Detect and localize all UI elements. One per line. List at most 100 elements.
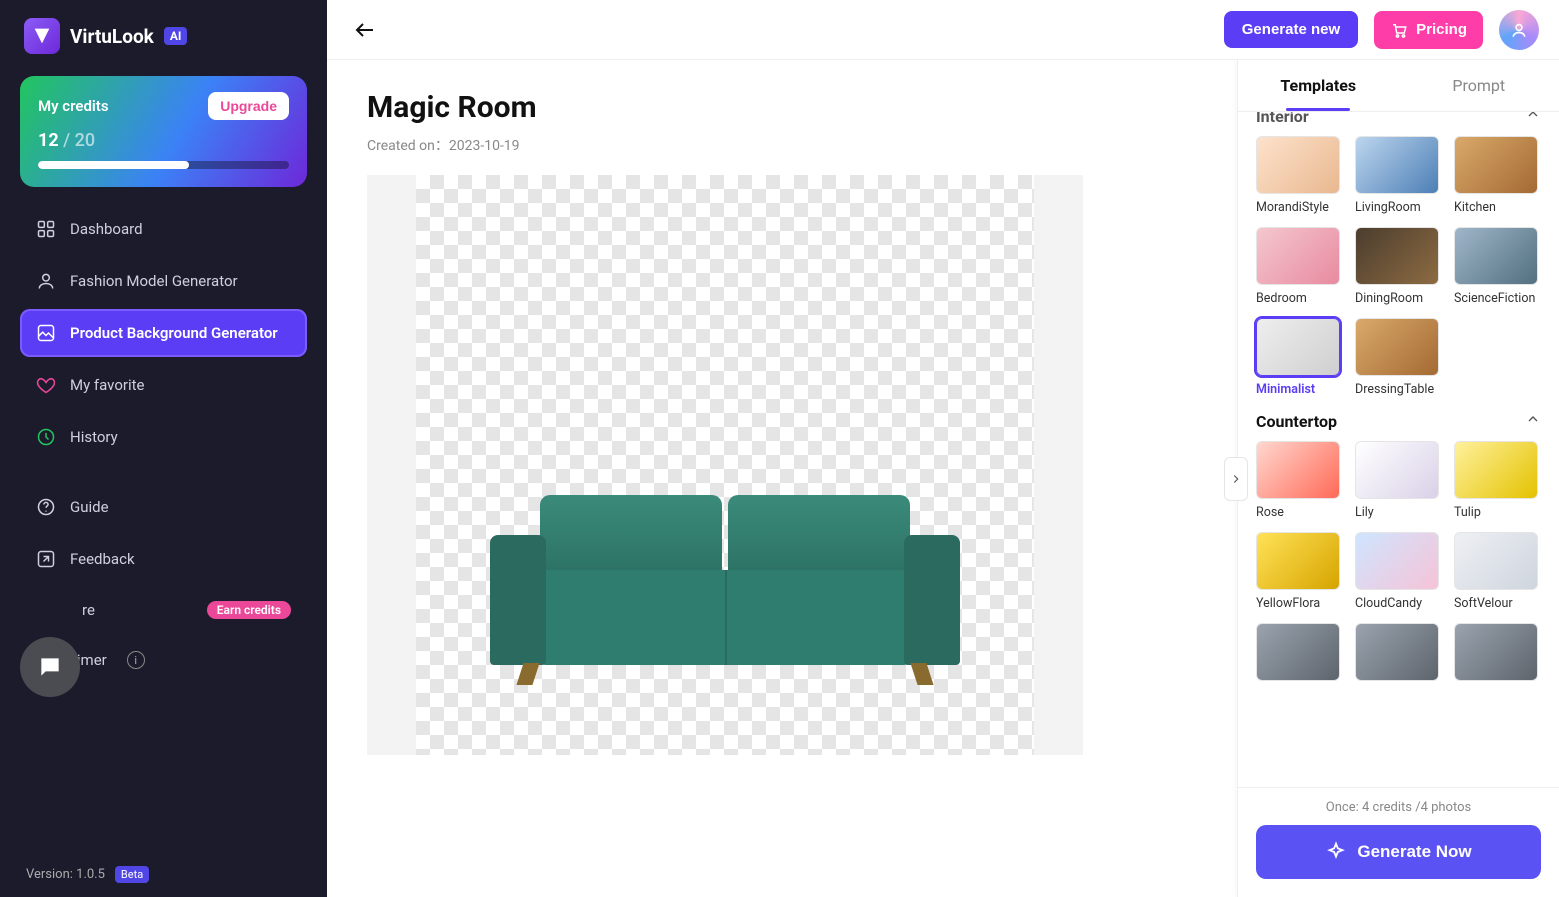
panel-tabs: Templates Prompt [1238, 60, 1559, 112]
grid-extra [1256, 623, 1541, 681]
template-label: ScienceFiction [1454, 291, 1538, 306]
info-icon: i [127, 651, 145, 669]
template-label: YellowFlora [1256, 596, 1340, 611]
collapse-panel-button[interactable] [1224, 457, 1248, 501]
cart-icon [1390, 21, 1408, 39]
section-head-countertop[interactable]: Countertop [1256, 411, 1541, 431]
sidebar-item-favorite[interactable]: My favorite [20, 361, 307, 409]
template-item[interactable] [1454, 623, 1541, 681]
template-label: Tulip [1454, 505, 1538, 520]
sidebar-item-product-bg[interactable]: Product Background Generator [20, 309, 307, 357]
template-item[interactable]: CloudCandy [1355, 532, 1442, 611]
section-title-cut: Interior [1256, 112, 1309, 126]
template-thumb [1256, 136, 1340, 194]
template-item[interactable]: Bedroom [1256, 227, 1343, 306]
sidebar-item-label: Dashboard [70, 220, 143, 238]
templates-scroll[interactable]: Interior MorandiStyleLivingRoomKitchen Be… [1238, 112, 1559, 787]
template-item[interactable]: YellowFlora [1256, 532, 1343, 611]
sidebar-item-share[interactable]: re Earn credits [20, 587, 307, 633]
sidebar-item-guide[interactable]: Guide [20, 483, 307, 531]
cost-line: Once: 4 credits /4 photos [1256, 800, 1541, 815]
template-item[interactable] [1355, 623, 1442, 681]
pricing-button[interactable]: Pricing [1374, 11, 1483, 49]
image-icon [36, 323, 56, 343]
template-thumb [1256, 441, 1340, 499]
template-thumb [1355, 136, 1439, 194]
template-thumb [1256, 623, 1340, 681]
sidebar-item-dashboard[interactable]: Dashboard [20, 205, 307, 253]
arrow-left-icon [353, 18, 377, 42]
template-item[interactable]: Minimalist [1256, 318, 1343, 397]
credits-progress-fill [38, 161, 189, 169]
chat-icon [37, 654, 63, 680]
panel-footer: Once: 4 credits /4 photos Generate Now [1238, 787, 1559, 897]
tab-prompt[interactable]: Prompt [1399, 60, 1559, 111]
template-item[interactable]: LivingRoom [1355, 136, 1442, 215]
template-item[interactable] [1256, 623, 1343, 681]
template-item[interactable]: MorandiStyle [1256, 136, 1343, 215]
credits-count: 12 / 20 [38, 130, 289, 151]
beta-badge: Beta [115, 866, 149, 883]
template-thumb [1355, 441, 1439, 499]
topbar: Generate new Pricing [327, 0, 1559, 60]
grid-countertop: Rose Lily Tulip YellowFlora CloudCandy SoftVe… [1256, 441, 1541, 611]
sidebar-item-label: Guide [70, 498, 109, 516]
template-label: DiningRoom [1355, 291, 1439, 306]
page-title: Magic Room [367, 90, 1197, 125]
sidebar-item-feedback[interactable]: Feedback [20, 535, 307, 583]
credits-title: My credits [38, 97, 109, 115]
grid-interior: MorandiStyleLivingRoomKitchen Bedroom Dini… [1256, 136, 1541, 397]
credits-total: 20 [75, 130, 95, 151]
template-label: SoftVelour [1454, 596, 1538, 611]
template-item[interactable]: Rose [1256, 441, 1343, 520]
template-item[interactable]: Lily [1355, 441, 1442, 520]
generate-now-button[interactable]: Generate Now [1256, 825, 1541, 879]
chevron-right-icon [1229, 472, 1243, 486]
chat-button[interactable] [20, 637, 80, 697]
chevron-up-icon [1525, 112, 1541, 126]
credits-card: My credits Upgrade 12 / 20 [20, 76, 307, 187]
template-item[interactable]: DressingTable [1355, 318, 1442, 397]
template-item[interactable]: DiningRoom [1355, 227, 1442, 306]
template-item[interactable]: Tulip [1454, 441, 1541, 520]
upgrade-button[interactable]: Upgrade [208, 92, 289, 120]
template-label: DressingTable [1355, 382, 1439, 397]
sidebar-item-label: History [70, 428, 118, 446]
tab-templates[interactable]: Templates [1238, 60, 1399, 111]
back-button[interactable] [347, 12, 383, 48]
template-thumb [1256, 532, 1340, 590]
product-image[interactable] [490, 475, 960, 685]
template-label: Minimalist [1256, 382, 1340, 397]
sidebar-item-history[interactable]: History [20, 413, 307, 461]
brand-ai-badge: AI [164, 27, 188, 45]
credits-used: 12 [38, 130, 59, 151]
template-thumb [1454, 136, 1538, 194]
template-thumb [1355, 318, 1439, 376]
sidebar-item-label: Fashion Model Generator [70, 272, 238, 290]
sidebar-nav: Dashboard Fashion Model Generator Produc… [20, 205, 307, 683]
version-label: Version: 1.0.5 [26, 867, 105, 882]
canvas-frame [367, 175, 1083, 755]
question-icon [36, 497, 56, 517]
chevron-up-icon [1525, 411, 1541, 431]
content: Magic Room Created on：2023-10-19 [327, 60, 1559, 897]
sparkle-icon [1325, 841, 1347, 863]
sidebar-item-label: re [82, 601, 95, 619]
template-item[interactable]: Kitchen [1454, 136, 1541, 215]
template-item[interactable]: ScienceFiction [1454, 227, 1541, 306]
section-head-interior[interactable]: Interior [1256, 112, 1541, 126]
brand: VirtuLook AI [20, 18, 307, 54]
template-label: Bedroom [1256, 291, 1340, 306]
template-item[interactable]: SoftVelour [1454, 532, 1541, 611]
template-label: Rose [1256, 505, 1340, 520]
brand-name: VirtuLook [70, 25, 154, 48]
canvas-checker[interactable] [416, 175, 1034, 755]
avatar[interactable] [1499, 10, 1539, 50]
template-label: Lily [1355, 505, 1439, 520]
earn-credits-badge: Earn credits [207, 601, 291, 619]
generate-new-button[interactable]: Generate new [1224, 11, 1358, 48]
sidebar-item-label: Product Background Generator [70, 324, 278, 342]
template-thumb [1355, 532, 1439, 590]
sidebar-item-fashion[interactable]: Fashion Model Generator [20, 257, 307, 305]
version-row: Version: 1.0.5 Beta [20, 846, 307, 883]
